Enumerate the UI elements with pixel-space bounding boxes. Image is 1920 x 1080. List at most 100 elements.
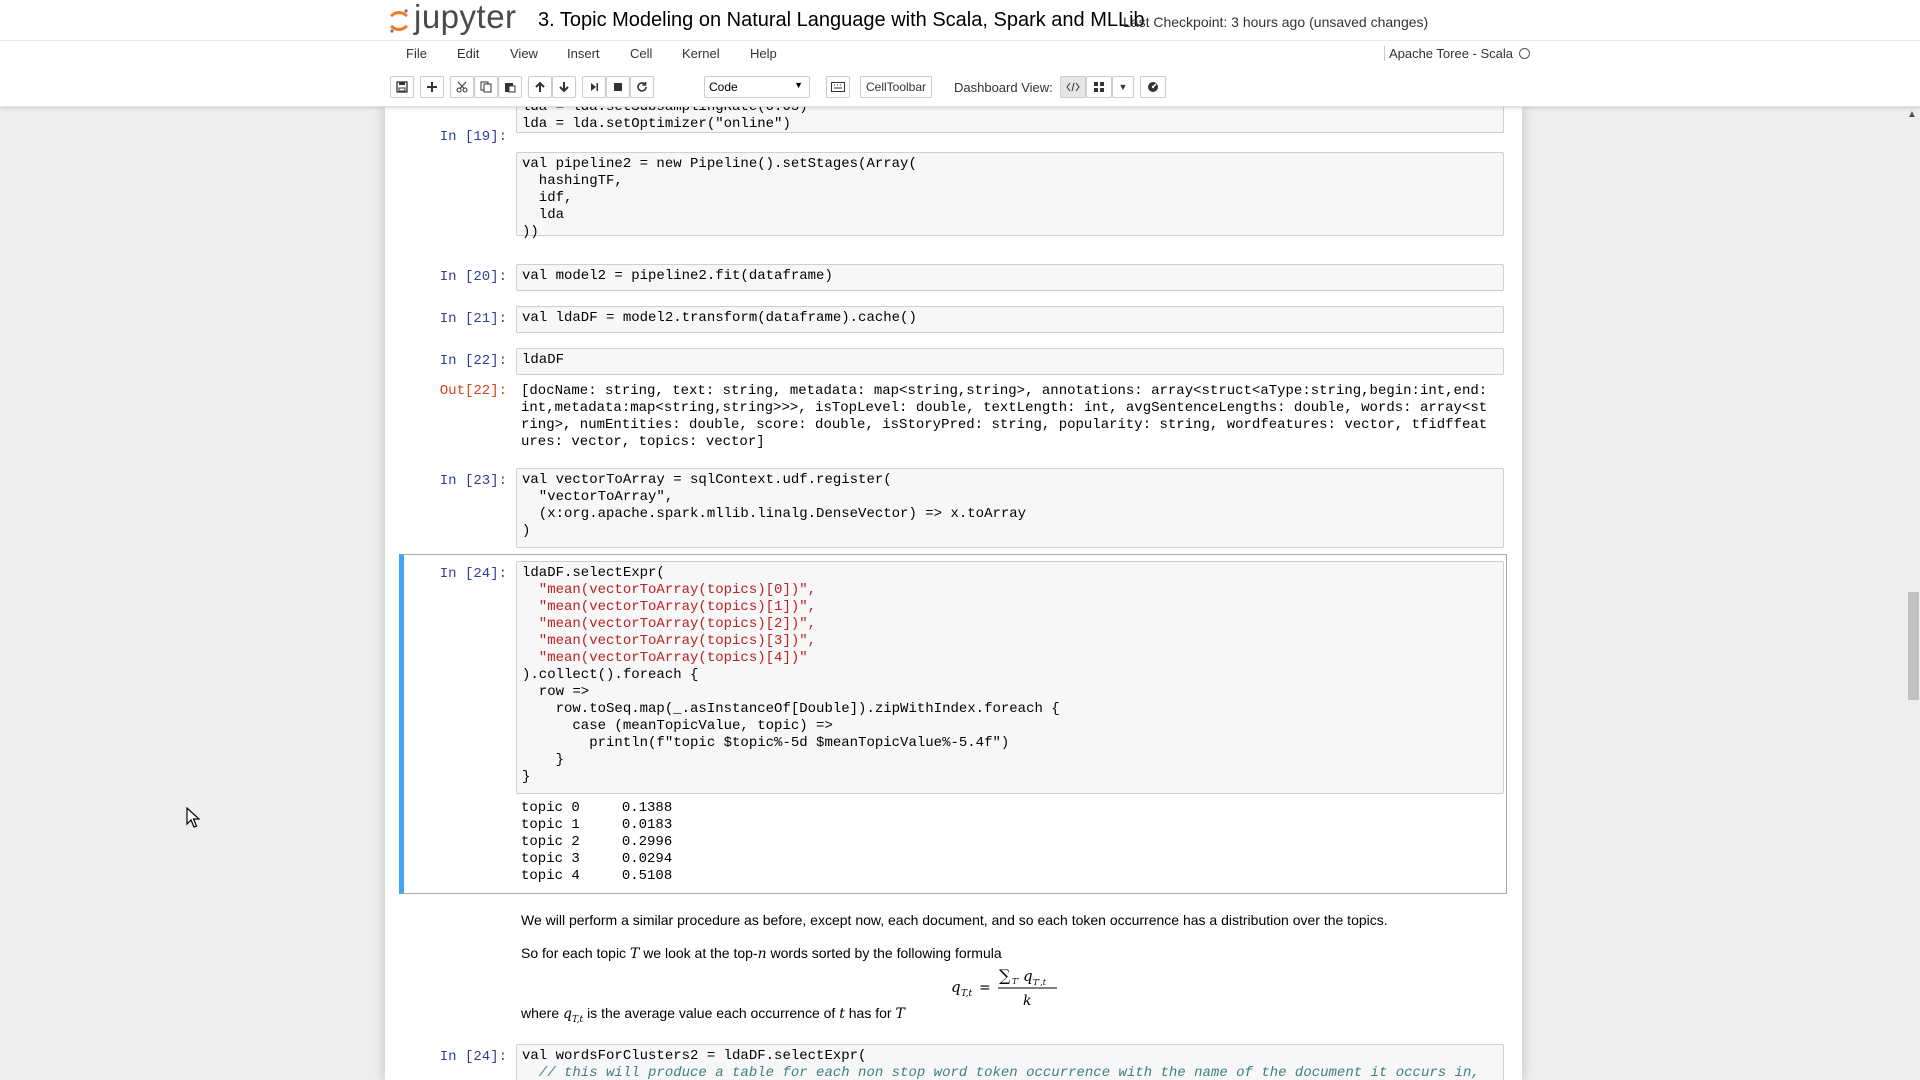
arrow-up-icon xyxy=(535,81,545,92)
code-line: lda xyxy=(522,207,565,223)
move-down-button[interactable] xyxy=(552,76,576,98)
markdown-text: is the average value each occurrence of xyxy=(587,1005,836,1021)
mouse-cursor-icon xyxy=(186,807,200,828)
command-palette-button[interactable] xyxy=(826,76,850,98)
keyboard-icon xyxy=(831,82,845,92)
save-icon xyxy=(396,81,408,93)
kernel-indicator[interactable]: Apache Toree - Scala xyxy=(1383,46,1530,61)
markdown-paragraph: where qT,t is the average value each occ… xyxy=(521,1005,905,1025)
code-editor[interactable]: val ldaDF = model2.transform(dataframe).… xyxy=(517,307,1503,330)
jupyter-logo-text: jupyter xyxy=(414,0,517,35)
cell-output: [docName: string, text: string, metadata… xyxy=(521,383,1488,450)
restart-kernel-button[interactable] xyxy=(630,76,654,98)
math-symbol: T xyxy=(895,1006,905,1022)
markdown-paragraph: We will perform a similar procedure as b… xyxy=(521,912,1388,928)
menu-kernel[interactable]: Kernel xyxy=(682,46,720,61)
scrollbar-thumb[interactable] xyxy=(1908,592,1919,700)
dashboard-view-label: Dashboard View: xyxy=(954,80,1053,95)
menu-bar: File Edit View Insert Cell Kernel Help A… xyxy=(390,41,1530,69)
code-line: ).collect().foreach { xyxy=(522,667,699,683)
arrow-down-icon xyxy=(559,82,569,93)
cell-output: topic 0 0.1388 topic 1 0.0183 topic 2 0.… xyxy=(521,800,673,884)
code-line: val pipeline2 = new Pipeline().setStages… xyxy=(522,156,917,172)
input-prompt: In [20]: xyxy=(439,269,507,285)
output-prompt: Out[22]: xyxy=(439,383,507,399)
cell-type-dropdown[interactable]: Code ▼ xyxy=(704,76,810,98)
menu-help[interactable]: Help xyxy=(750,46,777,61)
svg-text:k: k xyxy=(1023,993,1031,1009)
svg-text:=: = xyxy=(979,980,991,996)
grid-view-button[interactable] xyxy=(1086,76,1112,98)
paste-button[interactable] xyxy=(498,76,522,98)
code-cell-input[interactable]: val wordsForClusters2 = ldaDF.selectExpr… xyxy=(516,1044,1504,1080)
stop-icon xyxy=(614,83,622,91)
run-cell-button[interactable] xyxy=(582,76,606,98)
code-editor[interactable]: lda = lda.setSubsamplingRate(0.05) lda =… xyxy=(517,107,1503,136)
svg-text:q: q xyxy=(1023,967,1033,985)
page-scrollbar[interactable]: ▲ xyxy=(1902,107,1920,1080)
menu-view[interactable]: View xyxy=(510,46,538,61)
restart-icon xyxy=(637,82,647,92)
input-prompt: In [24]: xyxy=(439,566,507,582)
notebook-title[interactable]: 3. Topic Modeling on Natural Language wi… xyxy=(538,9,1145,32)
code-cell-input[interactable]: val pipeline2 = new Pipeline().setStages… xyxy=(516,152,1504,240)
cut-button[interactable] xyxy=(450,76,474,98)
notebook-header: jupyter 3. Topic Modeling on Natural Lan… xyxy=(0,0,1920,107)
insert-cell-button[interactable] xyxy=(420,76,444,98)
menu-insert[interactable]: Insert xyxy=(567,46,600,61)
code-editor[interactable]: val wordsForClusters2 = ldaDF.selectExpr… xyxy=(517,1045,1503,1080)
grid-view-icon xyxy=(1094,82,1104,92)
notebook-container: lda = lda.setSubsamplingRate(0.05) lda =… xyxy=(385,107,1522,1080)
code-editor[interactable]: val vectorToArray = sqlContext.udf.regis… xyxy=(517,469,1503,543)
cut-icon xyxy=(456,81,468,93)
input-prompt: In [19]: xyxy=(439,129,507,145)
kernel-idle-icon xyxy=(1519,48,1530,59)
markdown-text: has for xyxy=(848,1005,892,1021)
math-symbol: qT,t xyxy=(563,1006,583,1025)
code-line: val wordsForClusters2 = ldaDF.selectExpr… xyxy=(522,1048,867,1064)
code-line: idf, xyxy=(522,190,573,206)
svg-text:T′,t: T′,t xyxy=(1033,978,1047,987)
code-line: ldaDF.selectExpr( xyxy=(522,565,665,581)
interrupt-button[interactable] xyxy=(606,76,630,98)
save-button[interactable] xyxy=(390,76,414,98)
code-editor[interactable]: val pipeline2 = new Pipeline().setStages… xyxy=(517,153,1503,244)
code-cell-input[interactable]: lda = lda.setSubsamplingRate(0.05) lda =… xyxy=(516,107,1504,133)
menu-file[interactable]: File xyxy=(406,46,427,61)
code-line: "mean(vectorToArray(topics)[0])", xyxy=(522,582,817,598)
checkpoint-status: Last Checkpoint: 3 hours ago (unsaved cha… xyxy=(1123,14,1428,30)
formula: q T,t = ∑ T′ q T′,t k xyxy=(951,966,1057,1009)
input-prompt: In [23]: xyxy=(439,473,507,489)
code-line: )) xyxy=(522,224,539,240)
code-cell-input[interactable]: val ldaDF = model2.transform(dataframe).… xyxy=(516,306,1504,333)
code-cell-input[interactable]: val model2 = pipeline2.fit(dataframe) xyxy=(516,264,1504,291)
scroll-up-icon[interactable]: ▲ xyxy=(1907,109,1917,120)
code-cell-input[interactable]: ldaDF.selectExpr( "mean(vectorToArray(to… xyxy=(516,561,1504,794)
svg-text:q: q xyxy=(951,978,961,996)
celltoolbar-button[interactable]: CellToolbar xyxy=(860,76,932,98)
svg-text:∑: ∑ xyxy=(999,966,1011,985)
dashboard-preview-button[interactable] xyxy=(1140,76,1166,98)
paste-icon xyxy=(505,83,516,93)
code-cell-input[interactable]: ldaDF xyxy=(516,348,1504,375)
dashboard-view-dropdown[interactable]: ▼ xyxy=(1112,76,1134,98)
input-prompt: In [22]: xyxy=(439,353,507,369)
header-top-bar: jupyter 3. Topic Modeling on Natural Lan… xyxy=(0,0,1920,41)
code-editor[interactable]: val model2 = pipeline2.fit(dataframe) xyxy=(517,265,1503,288)
code-line: row.toSeq.map(_.asInstanceOf[Double]).zi… xyxy=(522,701,1060,717)
main-toolbar: Code ▼ CellToolbar Dashboard View: ▼ xyxy=(390,76,1530,102)
menu-edit[interactable]: Edit xyxy=(457,46,479,61)
code-line: hashingTF, xyxy=(522,173,623,189)
notebook-view-button[interactable] xyxy=(1060,76,1086,98)
menu-cell[interactable]: Cell xyxy=(630,46,652,61)
move-up-button[interactable] xyxy=(528,76,552,98)
code-cell-input[interactable]: val vectorToArray = sqlContext.udf.regis… xyxy=(516,468,1504,548)
markdown-text: we look at the top- xyxy=(643,945,758,961)
code-line: lda = lda.setSubsamplingRate(0.05) xyxy=(522,107,808,115)
copy-button[interactable] xyxy=(474,76,498,98)
svg-text:T,t: T,t xyxy=(961,989,973,999)
code-line: val vectorToArray = sqlContext.udf.regis… xyxy=(522,472,892,488)
code-comment: // this will produce a table for each no… xyxy=(522,1065,1480,1080)
code-editor[interactable]: ldaDF.selectExpr( "mean(vectorToArray(to… xyxy=(517,562,1503,789)
code-editor[interactable]: ldaDF xyxy=(517,349,1503,372)
